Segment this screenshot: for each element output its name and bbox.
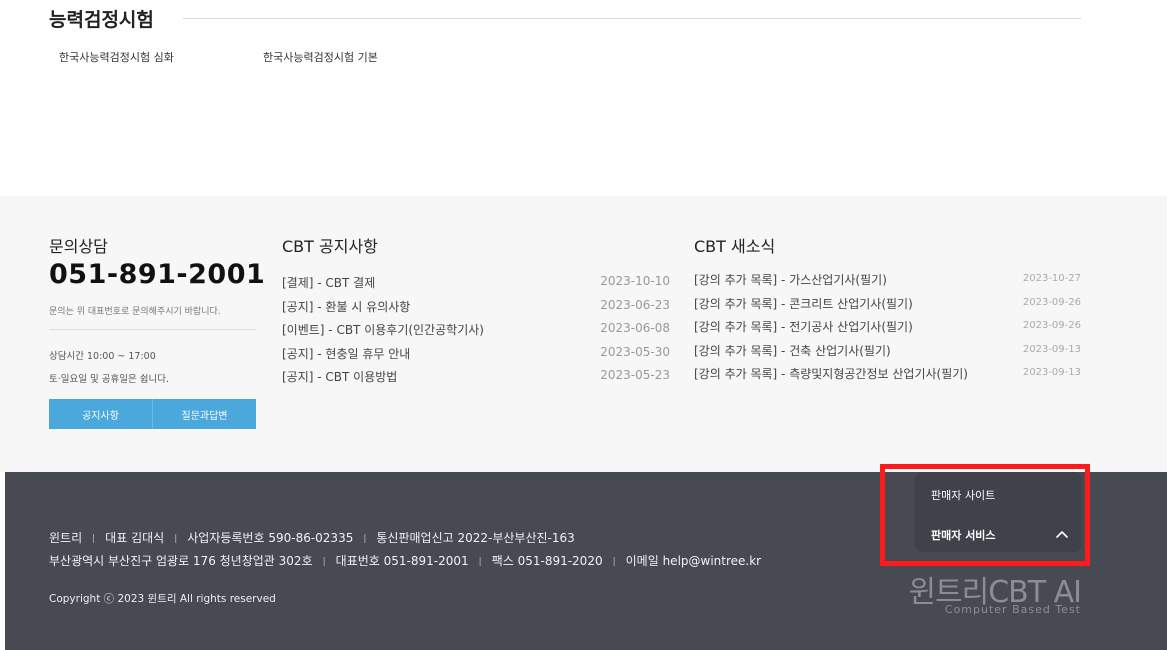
news-title: CBT 새소식 xyxy=(694,237,776,256)
footer-company: 윈트리 xyxy=(49,531,83,545)
seller-service-toggle[interactable]: 판매자 서비스 xyxy=(931,527,996,543)
news-date: 2023-10-27 xyxy=(1022,273,1081,284)
list-item[interactable]: [이벤트] - CBT 이용후기(인간공학기사) 2023-06-08 xyxy=(282,321,670,345)
contact-buttons: 공지사항 질문과답변 xyxy=(49,399,256,429)
footer-company-info: 윈트리 | 대표 김대식 | 사업자등록번호 590-86-02335 | 통신판매업신고 … xyxy=(49,529,575,546)
footer-contact-info: 부산광역시 부산진구 엄광로 176 청년창업관 302호 | 대표번호 051-8… xyxy=(49,552,761,569)
footer-sales-no: 통신판매업신고 2022-부산부산진-163 xyxy=(376,531,575,545)
contact-divider xyxy=(49,329,256,330)
notice-date: 2023-05-23 xyxy=(600,368,670,382)
list-item[interactable]: [결제] - CBT 결제 2023-10-10 xyxy=(282,274,670,298)
seller-menu-highlight: 판매자 사이트 판매자 서비스 xyxy=(880,464,1090,566)
news-date: 2023-09-26 xyxy=(1022,296,1081,308)
news-text: [강의 추가 목록] - 전기공사 산업기사(필기) xyxy=(694,320,913,334)
notice-date: 2023-06-23 xyxy=(600,297,670,312)
footer: 윈트리 | 대표 김대식 | 사업자등록번호 590-86-02335 | 통신판매업신고 … xyxy=(5,464,1167,650)
brand-tagline: Computer Based Test xyxy=(944,603,1081,616)
notice-date: 2023-10-10 xyxy=(600,274,670,288)
footer-separator: | xyxy=(478,556,482,567)
news-date: 2023-09-13 xyxy=(1022,367,1081,378)
news-text: [강의 추가 목록] - 콘크리트 산업기사(필기) xyxy=(694,296,913,311)
notice-text: [결제] - CBT 결제 xyxy=(282,276,376,290)
top-section: 능력검정시험 한국사능력검정시험 심화 한국사능력검정시험 기본 xyxy=(0,0,1167,196)
list-item[interactable]: [공지] - CBT 이용방법 2023-05-23 xyxy=(282,368,670,392)
notice-date: 2023-06-08 xyxy=(600,321,670,335)
contact-title: 문의상담 xyxy=(49,237,108,256)
news-date: 2023-09-13 xyxy=(1022,343,1081,355)
title-divider xyxy=(183,18,1081,19)
list-item[interactable]: [공지] - 환불 시 유의사항 2023-06-23 xyxy=(282,298,670,322)
footer-separator: | xyxy=(174,533,178,544)
contact-phone: 051-891-2001 xyxy=(49,259,266,290)
notice-button[interactable]: 공지사항 xyxy=(49,399,152,429)
news-text: [강의 추가 목록] - 가스산업기사(필기) xyxy=(694,273,887,287)
qna-button[interactable]: 질문과답변 xyxy=(152,399,256,429)
notices-title: CBT 공지사항 xyxy=(282,237,378,256)
footer-address: 부산광역시 부산진구 엄광로 176 청년창업관 302호 xyxy=(49,554,313,568)
seller-menu-panel: 판매자 사이트 판매자 서비스 xyxy=(915,472,1082,552)
footer-fax: 팩스 051-891-2020 xyxy=(491,554,603,568)
news-list: [강의 추가 목록] - 가스산업기사(필기) 2023-10-27 [강의 추가… xyxy=(694,271,1081,389)
notice-text: [공지] - CBT 이용방법 xyxy=(282,370,398,384)
list-item[interactable]: [강의 추가 목록] - 콘크리트 산업기사(필기) 2023-09-26 xyxy=(694,295,1081,319)
list-item[interactable]: [강의 추가 목록] - 건축 산업기사(필기) 2023-09-13 xyxy=(694,342,1081,366)
contact-closed-days: 토·일요일 및 공휴일은 쉽니다. xyxy=(49,374,169,385)
contact-note: 문의는 위 대표번호로 문의해주시기 바랍니다. xyxy=(49,307,221,317)
footer-ceo: 대표 김대식 xyxy=(105,531,165,545)
footer-separator: | xyxy=(363,533,367,544)
notices-list: [결제] - CBT 결제 2023-10-10 [공지] - 환불 시 유의사항… xyxy=(282,274,670,392)
list-item[interactable]: [강의 추가 목록] - 측량및지형공간정보 산업기사(필기) 2023-09-1… xyxy=(694,365,1081,389)
info-band: 문의상담 051-891-2001 문의는 위 대표번호로 문의해주시기 바랍니… xyxy=(0,196,1167,472)
footer-separator: | xyxy=(92,533,96,544)
news-date: 2023-09-26 xyxy=(1022,320,1081,331)
notice-text: [이벤트] - CBT 이용후기(인간공학기사) xyxy=(282,323,484,337)
chevron-up-icon[interactable] xyxy=(1054,526,1070,542)
footer-separator: | xyxy=(612,556,616,567)
notice-text: [공지] - 현충일 휴무 안내 xyxy=(282,346,411,361)
footer-separator: | xyxy=(322,556,326,567)
seller-site-link[interactable]: 판매자 사이트 xyxy=(931,487,995,503)
list-item[interactable]: [강의 추가 목록] - 전기공사 산업기사(필기) 2023-09-26 xyxy=(694,318,1081,342)
notice-date: 2023-05-30 xyxy=(600,344,670,359)
footer-email[interactable]: 이메일 help@wintree.kr xyxy=(626,554,761,568)
contact-hours: 상담시간 10:00 ~ 17:00 xyxy=(49,351,156,362)
list-item[interactable]: [강의 추가 목록] - 가스산업기사(필기) 2023-10-27 xyxy=(694,271,1081,295)
footer-biz-no: 사업자등록번호 590-86-02335 xyxy=(187,531,354,545)
news-text: [강의 추가 목록] - 측량및지형공간정보 산업기사(필기) xyxy=(694,367,968,381)
list-item[interactable]: [공지] - 현충일 휴무 안내 2023-05-30 xyxy=(282,345,670,369)
news-text: [강의 추가 목록] - 건축 산업기사(필기) xyxy=(694,343,891,358)
link-korean-history-advanced[interactable]: 한국사능력검정시험 심화 xyxy=(59,49,174,65)
footer-copyright: Copyright ⓒ 2023 윈트리 All rights reserved xyxy=(49,593,276,605)
notice-text: [공지] - 환불 시 유의사항 xyxy=(282,299,411,314)
link-korean-history-basic[interactable]: 한국사능력검정시험 기본 xyxy=(263,49,378,65)
footer-tel: 대표번호 051-891-2001 xyxy=(335,554,469,568)
section-title: 능력검정시험 xyxy=(49,9,154,31)
